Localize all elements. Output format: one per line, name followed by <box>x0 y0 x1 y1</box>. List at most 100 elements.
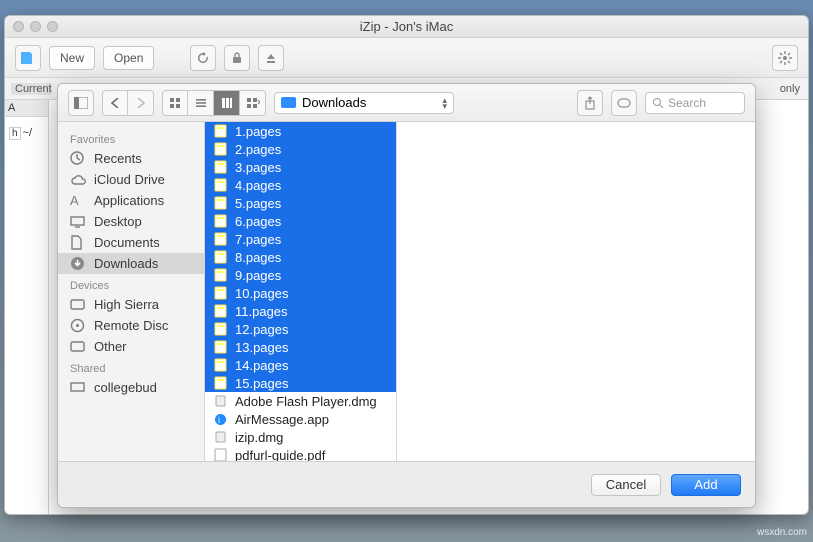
finder-sidebar[interactable]: Favorites Recents iCloud DriveAApplication… <box>58 122 205 461</box>
file-row[interactable]: 2.pages <box>205 140 396 158</box>
file-row[interactable]: 15.pages <box>205 374 396 392</box>
file-row[interactable]: 13.pages <box>205 338 396 356</box>
file-name: 5.pages <box>235 196 281 211</box>
sidebar-item-label: Remote Disc <box>94 318 168 333</box>
disk-icon <box>70 298 86 311</box>
sidebar-item-desktop[interactable]: Desktop <box>58 211 204 232</box>
apps-icon: A <box>70 193 86 208</box>
back-button[interactable] <box>102 90 128 116</box>
file-row[interactable]: 8.pages <box>205 248 396 266</box>
file-name: 4.pages <box>235 178 281 193</box>
file-row[interactable]: 3.pages <box>205 158 396 176</box>
open-panel: Downloads ▴▾ Search Favorites Recents iClo… <box>57 83 756 508</box>
open-button[interactable]: Open <box>103 46 154 70</box>
file-row[interactable]: 14.pages <box>205 356 396 374</box>
sidebar-item-label: Recents <box>94 151 142 166</box>
list-view-icon[interactable] <box>188 90 214 116</box>
file-row[interactable]: Adobe Flash Player.dmg <box>205 392 396 410</box>
sidebar-heading: Favorites <box>58 128 204 148</box>
sidebar-item-high-sierra[interactable]: High Sierra <box>58 294 204 315</box>
file-name: 9.pages <box>235 268 281 283</box>
lock-icon[interactable] <box>224 45 250 71</box>
new-button[interactable]: New <box>49 46 95 70</box>
zoom-icon[interactable] <box>47 21 58 32</box>
archive-tree: A h ~/ <box>5 100 49 515</box>
file-row[interactable]: 7.pages <box>205 230 396 248</box>
sidebar-toggle-icon[interactable] <box>68 90 94 116</box>
sidebar-item-other[interactable]: Other <box>58 336 204 357</box>
watermark: wsxdn.com <box>757 527 807 538</box>
file-name: 7.pages <box>235 232 281 247</box>
forward-button[interactable] <box>128 90 154 116</box>
file-name: 10.pages <box>235 286 289 301</box>
pages-file-icon <box>213 250 227 264</box>
file-name: AirMessage.app <box>235 412 329 427</box>
sidebar-item-collegebud[interactable]: collegebud <box>58 377 204 398</box>
sidebar-item-label: collegebud <box>94 380 157 395</box>
sidebar-item-label: Downloads <box>94 256 158 271</box>
desk-icon <box>70 216 86 228</box>
search-field[interactable]: Search <box>645 92 745 114</box>
close-icon[interactable] <box>13 21 24 32</box>
file-row[interactable]: 5.pages <box>205 194 396 212</box>
traffic-lights[interactable] <box>13 21 58 32</box>
col-current: Current <box>11 83 51 95</box>
file-name: 1.pages <box>235 124 281 139</box>
location-popup[interactable]: Downloads ▴▾ <box>274 92 454 114</box>
file-row[interactable]: i AirMessage.app <box>205 410 396 428</box>
titlebar[interactable]: iZip - Jon's iMac <box>5 16 808 38</box>
cancel-button[interactable]: Cancel <box>591 474 661 496</box>
sidebar-item-documents[interactable]: Documents <box>58 232 204 253</box>
gallery-view-icon[interactable] <box>240 90 266 116</box>
file-row[interactable]: pdfurl-guide.pdf <box>205 446 396 461</box>
file-row[interactable]: 11.pages <box>205 302 396 320</box>
clock-icon <box>70 151 86 166</box>
app-icon <box>15 45 41 71</box>
sidebar-item-icloud-drive[interactable]: iCloud Drive <box>58 169 204 190</box>
file-name: 6.pages <box>235 214 281 229</box>
file-row[interactable]: 12.pages <box>205 320 396 338</box>
pages-file-icon <box>213 376 227 390</box>
share-icon[interactable] <box>577 90 603 116</box>
srv-icon <box>70 382 86 394</box>
file-row[interactable]: 6.pages <box>205 212 396 230</box>
file-row[interactable]: 4.pages <box>205 176 396 194</box>
tab-h: h <box>9 127 21 140</box>
sidebar-toggle[interactable] <box>68 90 94 116</box>
sidebar-item-applications[interactable]: AApplications <box>58 190 204 211</box>
icon-view-icon[interactable] <box>162 90 188 116</box>
settings-gear-icon[interactable] <box>772 45 798 71</box>
add-button[interactable]: Add <box>671 474 741 496</box>
dmg-file-icon <box>213 430 227 444</box>
pages-file-icon <box>213 232 227 246</box>
svg-text:i: i <box>218 415 220 425</box>
cloud-icon <box>70 174 86 186</box>
sidebar-item-remote-disc[interactable]: Remote Disc <box>58 315 204 336</box>
column-view-icon[interactable] <box>214 90 240 116</box>
location-label: Downloads <box>302 95 366 110</box>
file-name: 3.pages <box>235 160 281 175</box>
file-name: 11.pages <box>235 304 288 319</box>
file-row[interactable]: 9.pages <box>205 266 396 284</box>
minimize-icon[interactable] <box>30 21 41 32</box>
dmg-file-icon <box>213 394 227 408</box>
col-readonly: only <box>780 83 808 95</box>
eject-icon[interactable] <box>258 45 284 71</box>
file-name: 13.pages <box>235 340 289 355</box>
file-row[interactable]: 10.pages <box>205 284 396 302</box>
file-name: 12.pages <box>235 322 289 337</box>
pages-file-icon <box>213 268 227 282</box>
sidebar-item-label: Documents <box>94 235 160 250</box>
pages-file-icon <box>213 178 227 192</box>
nav-buttons <box>102 90 154 116</box>
file-name: Adobe Flash Player.dmg <box>235 394 377 409</box>
tags-icon[interactable] <box>611 90 637 116</box>
file-row[interactable]: izip.dmg <box>205 428 396 446</box>
file-row[interactable]: 1.pages <box>205 122 396 140</box>
file-column[interactable]: 1.pages2.pages 3.pages 4.pages 5.pages 6.pag… <box>205 122 397 461</box>
refresh-icon[interactable] <box>190 45 216 71</box>
pages-file-icon <box>213 286 227 300</box>
sidebar-item-recents[interactable]: Recents <box>58 148 204 169</box>
tab-path: ~/ <box>23 127 32 140</box>
sidebar-item-downloads[interactable]: Downloads <box>58 253 204 274</box>
